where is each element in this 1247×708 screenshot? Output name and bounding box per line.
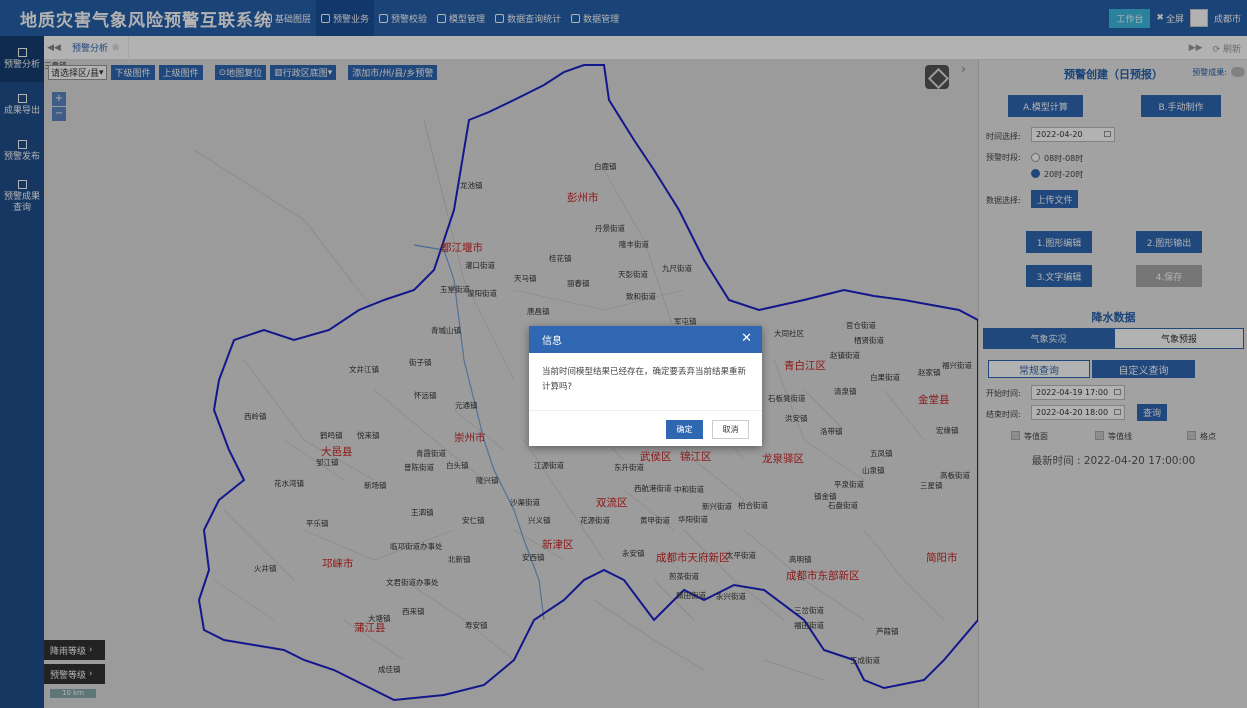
dialog-footer: 确定 取消: [529, 410, 762, 446]
dialog-message: 当前时间模型结果已经存在，确定要丢弃当前结果重新计算吗?: [542, 367, 747, 392]
confirm-button[interactable]: 确定: [666, 420, 703, 439]
app-root: 地质灾害气象风险预警互联系统 基础图层 预警业务 预警校验 模型管理 数据查询统计 数据管…: [0, 0, 1247, 708]
close-icon[interactable]: ✕: [741, 331, 752, 346]
dialog-title: 信息: [542, 336, 562, 347]
cancel-button[interactable]: 取消: [712, 420, 749, 439]
dialog-header: 信息: [529, 326, 762, 353]
info-dialog: 信息 ✕ 当前时间模型结果已经存在，确定要丢弃当前结果重新计算吗? 确定 取消: [529, 326, 762, 446]
